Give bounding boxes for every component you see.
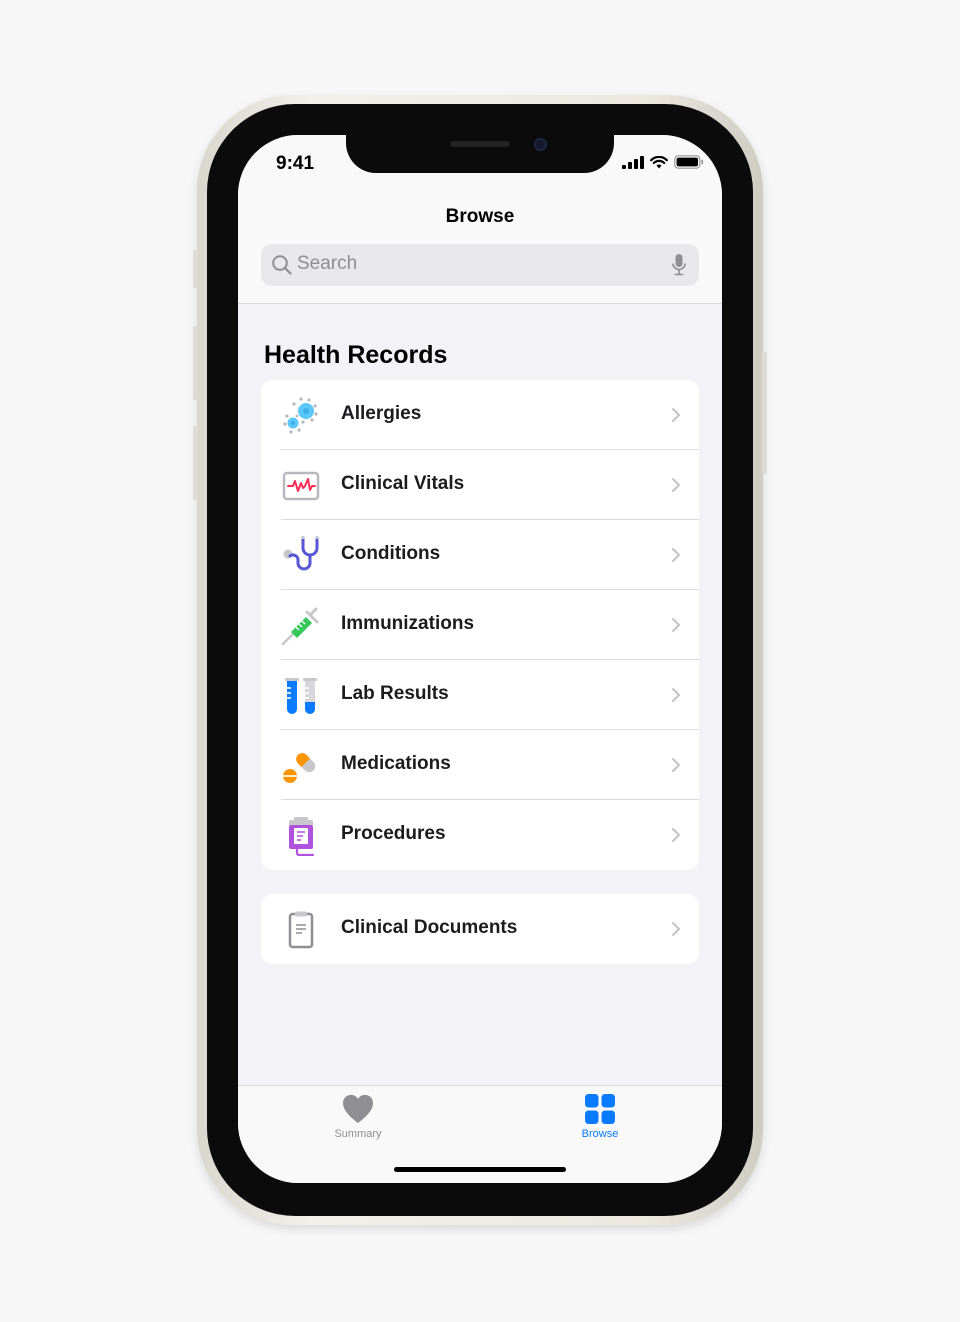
test-tubes-icon	[285, 678, 317, 714]
health-records-list: Allergies Clinical Vitals Conditions Imm…	[261, 380, 699, 870]
search-placeholder: Search	[297, 253, 358, 274]
status-icons	[622, 155, 704, 169]
mute-switch	[193, 250, 198, 288]
list-item-label: Medications	[341, 753, 451, 774]
chevron-right-icon	[672, 618, 680, 632]
side-button	[762, 352, 767, 474]
list-item-lab-results[interactable]: Lab Results	[261, 660, 699, 730]
microphone-icon[interactable]	[671, 253, 687, 277]
speaker	[450, 141, 510, 147]
list-item-conditions[interactable]: Conditions	[261, 520, 699, 590]
grid-icon	[585, 1094, 615, 1124]
pills-icon	[283, 753, 316, 783]
section-title: Health Records	[264, 341, 448, 369]
list-item-medications[interactable]: Medications	[261, 730, 699, 800]
chevron-right-icon	[672, 758, 680, 772]
list-item-label: Conditions	[341, 543, 441, 564]
status-time: 9:41	[276, 153, 315, 174]
list-item-procedures[interactable]: Procedures	[261, 800, 699, 870]
search-icon	[272, 255, 292, 275]
documents-list: Clinical Documents	[261, 894, 699, 964]
search-input[interactable]: Search	[261, 244, 699, 286]
list-item-label: Allergies	[341, 403, 422, 424]
notch	[346, 135, 614, 173]
front-camera	[534, 138, 547, 151]
chevron-right-icon	[672, 548, 680, 562]
list-item-clinical-vitals[interactable]: Clinical Vitals	[261, 450, 699, 520]
list-item-label: Clinical Vitals	[341, 473, 465, 494]
list-item-label: Immunizations	[341, 613, 475, 634]
chevron-right-icon	[672, 688, 680, 702]
list-item-label: Clinical Documents	[341, 917, 518, 938]
page-title: Browse	[445, 206, 515, 227]
list-item-label: Lab Results	[341, 683, 449, 704]
chevron-right-icon	[672, 478, 680, 492]
wifi-icon	[650, 155, 668, 168]
list-item-label: Procedures	[341, 823, 446, 844]
tab-summary-label: Summary	[334, 1128, 382, 1140]
tab-browse[interactable]: Browse	[540, 1086, 660, 1146]
battery-icon	[674, 155, 704, 169]
home-indicator[interactable]	[394, 1167, 566, 1172]
volume-down-button	[193, 426, 198, 500]
tab-browse-label: Browse	[581, 1128, 619, 1140]
syringe-icon	[281, 607, 319, 646]
chevron-right-icon	[672, 922, 680, 936]
list-item-immunizations[interactable]: Immunizations	[261, 590, 699, 660]
list-item-allergies[interactable]: Allergies	[261, 380, 699, 450]
iv-bag-icon	[289, 817, 315, 856]
allergies-icon	[283, 397, 318, 434]
volume-up-button	[193, 326, 198, 400]
tab-summary[interactable]: Summary	[298, 1086, 418, 1146]
chevron-right-icon	[672, 828, 680, 842]
cellular-signal-icon	[622, 155, 644, 169]
screen: 9:41 Browse Search Health Records Allerg…	[238, 135, 722, 1183]
clipboard-icon	[288, 911, 314, 949]
clinical-vitals-icon	[282, 471, 320, 501]
heart-icon	[342, 1094, 374, 1123]
stethoscope-icon	[283, 536, 319, 571]
list-item-clinical-documents[interactable]: Clinical Documents	[261, 894, 699, 964]
chevron-right-icon	[672, 408, 680, 422]
